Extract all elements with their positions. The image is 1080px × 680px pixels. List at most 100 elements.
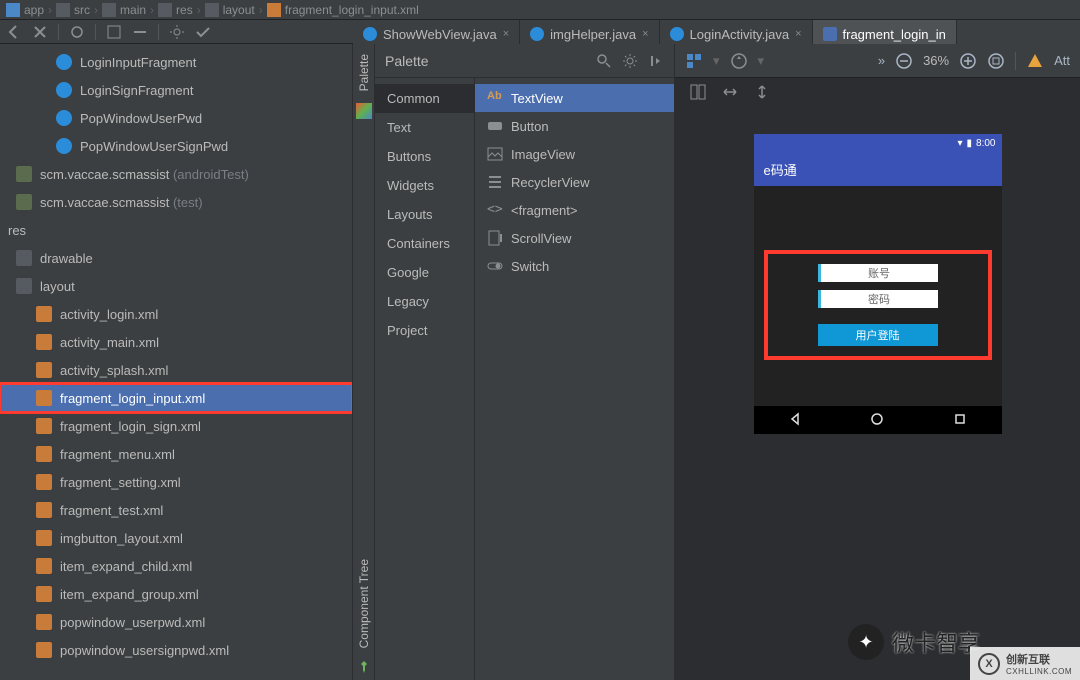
tab-label: ShowWebView.java: [383, 27, 497, 42]
tree-xml[interactable]: popwindow_userpwd.xml: [0, 608, 352, 636]
pan-horizontal-icon[interactable]: [721, 83, 739, 101]
back-icon[interactable]: [6, 24, 22, 40]
close-icon[interactable]: ×: [503, 28, 509, 40]
tree-class[interactable]: LoginSignFragment: [0, 76, 352, 104]
palette-title: Palette: [385, 53, 429, 69]
xml-icon: [36, 558, 52, 574]
tree-xml-selected[interactable]: fragment_login_input.xml: [0, 384, 352, 412]
palette-cat-legacy[interactable]: Legacy: [375, 287, 474, 316]
palette-panel: Palette Common Text Buttons Widgets Layo…: [375, 44, 675, 680]
nav-home-icon[interactable]: [870, 412, 884, 429]
zoom-level: 36%: [923, 53, 949, 68]
battery-icon: ▮: [967, 138, 973, 149]
tree-xml[interactable]: item_expand_child.xml: [0, 552, 352, 580]
nav-recent-icon[interactable]: [953, 412, 967, 429]
nav-icon[interactable]: [69, 24, 85, 40]
pan-vertical-icon[interactable]: [753, 83, 771, 101]
palette-item-scrollview[interactable]: ScrollView: [475, 224, 674, 252]
tree-folder-drawable[interactable]: drawable: [0, 244, 352, 272]
palette-cat-common[interactable]: Common: [375, 84, 474, 113]
tree-class[interactable]: LoginInputFragment: [0, 48, 352, 76]
project-tree[interactable]: LoginInputFragment LoginSignFragment Pop…: [0, 48, 352, 664]
palette-cat-widgets[interactable]: Widgets: [375, 171, 474, 200]
phone-navbar: [754, 406, 1002, 434]
folder-icon: [102, 3, 116, 17]
tree-xml[interactable]: fragment_test.xml: [0, 496, 352, 524]
image-icon: [487, 146, 503, 162]
crumb-res[interactable]: res: [176, 3, 193, 17]
gear-icon[interactable]: [622, 53, 638, 69]
nav-back-icon[interactable]: [788, 412, 802, 429]
tree-folder-layout[interactable]: layout: [0, 272, 352, 300]
tree-class[interactable]: PopWindowUserPwd: [0, 104, 352, 132]
view-mode-icon[interactable]: [685, 52, 703, 70]
hide-icon[interactable]: [195, 24, 211, 40]
tree-xml[interactable]: fragment_login_sign.xml: [0, 412, 352, 440]
palette-categories[interactable]: Common Text Buttons Widgets Layouts Cont…: [375, 78, 475, 680]
crumb-src[interactable]: src: [74, 3, 90, 17]
scroll-icon: [487, 230, 503, 246]
palette-item-textview[interactable]: AbTextView: [475, 84, 674, 112]
close-icon[interactable]: ×: [642, 28, 648, 40]
palette-tab[interactable]: Palette: [357, 48, 371, 97]
palette-cat-containers[interactable]: Containers: [375, 229, 474, 258]
palette-cat-text[interactable]: Text: [375, 113, 474, 142]
palette-item-switch[interactable]: Switch: [475, 252, 674, 280]
app-title: e码通: [764, 160, 797, 179]
palette-cat-google[interactable]: Google: [375, 258, 474, 287]
tree-xml[interactable]: popwindow_usersignpwd.xml: [0, 636, 352, 664]
zoom-fit-icon[interactable]: [987, 52, 1005, 70]
tree-xml[interactable]: fragment_menu.xml: [0, 440, 352, 468]
status-time: 8:00: [976, 138, 995, 149]
tree-xml[interactable]: activity_login.xml: [0, 300, 352, 328]
collapse-icon[interactable]: [132, 24, 148, 40]
crumb-layout[interactable]: layout: [223, 3, 255, 17]
palette-cat-layouts[interactable]: Layouts: [375, 200, 474, 229]
tree-xml[interactable]: item_expand_group.xml: [0, 580, 352, 608]
project-panel[interactable]: LoginInputFragment LoginSignFragment Pop…: [0, 44, 353, 680]
expand-icon[interactable]: [106, 24, 122, 40]
palette-items[interactable]: AbTextView Button ImageView RecyclerView…: [475, 78, 674, 680]
palette-cat-project[interactable]: Project: [375, 316, 474, 345]
tree-package[interactable]: scm.vaccae.scmassist (androidTest): [0, 160, 352, 188]
warning-icon[interactable]: [1026, 52, 1044, 70]
crumb-file[interactable]: fragment_login_input.xml: [285, 3, 419, 17]
xml-icon: [36, 642, 52, 658]
palette-item-label: Switch: [511, 259, 549, 274]
cross-icon[interactable]: [32, 24, 48, 40]
palette-item-button[interactable]: Button: [475, 112, 674, 140]
palette-item-label: ImageView: [511, 147, 575, 162]
class-icon: [56, 110, 72, 126]
close-icon[interactable]: ×: [795, 28, 801, 40]
tree-package[interactable]: scm.vaccae.scmassist (test): [0, 188, 352, 216]
palette-item-recyclerview[interactable]: RecyclerView: [475, 168, 674, 196]
overflow-icon[interactable]: »: [878, 53, 885, 68]
search-icon[interactable]: [596, 53, 612, 69]
blueprint-icon[interactable]: [689, 83, 707, 101]
tree-folder-res[interactable]: res: [0, 216, 352, 244]
phone-preview: ▾ ▮ 8:00 e码通 账号 密码 用户登陆: [754, 134, 1002, 434]
xml-icon: [36, 530, 52, 546]
palette-item-fragment[interactable]: <><fragment>: [475, 196, 674, 224]
zoom-in-icon[interactable]: [959, 52, 977, 70]
palette-item-imageview[interactable]: ImageView: [475, 140, 674, 168]
attributes-label[interactable]: Att: [1054, 53, 1070, 68]
palette-cat-buttons[interactable]: Buttons: [375, 142, 474, 171]
settings-icon[interactable]: [169, 24, 185, 40]
fragment-icon: <>: [487, 202, 503, 218]
crumb-app[interactable]: app: [24, 3, 44, 17]
component-tree-tab[interactable]: Component Tree: [357, 553, 371, 654]
orientation-icon[interactable]: [730, 52, 748, 70]
collapse-icon[interactable]: [648, 53, 664, 69]
class-icon: [56, 54, 72, 70]
zoom-out-icon[interactable]: [895, 52, 913, 70]
crumb-main[interactable]: main: [120, 3, 146, 17]
tree-xml[interactable]: fragment_setting.xml: [0, 468, 352, 496]
pin-icon[interactable]: [357, 660, 371, 674]
tree-xml[interactable]: activity_splash.xml: [0, 356, 352, 384]
tree-class[interactable]: PopWindowUserSignPwd: [0, 132, 352, 160]
design-canvas[interactable]: ▾ ▮ 8:00 e码通 账号 密码 用户登陆: [675, 106, 1080, 680]
tree-xml[interactable]: activity_main.xml: [0, 328, 352, 356]
palette-item-label: TextView: [511, 91, 563, 106]
tree-xml[interactable]: imgbutton_layout.xml: [0, 524, 352, 552]
